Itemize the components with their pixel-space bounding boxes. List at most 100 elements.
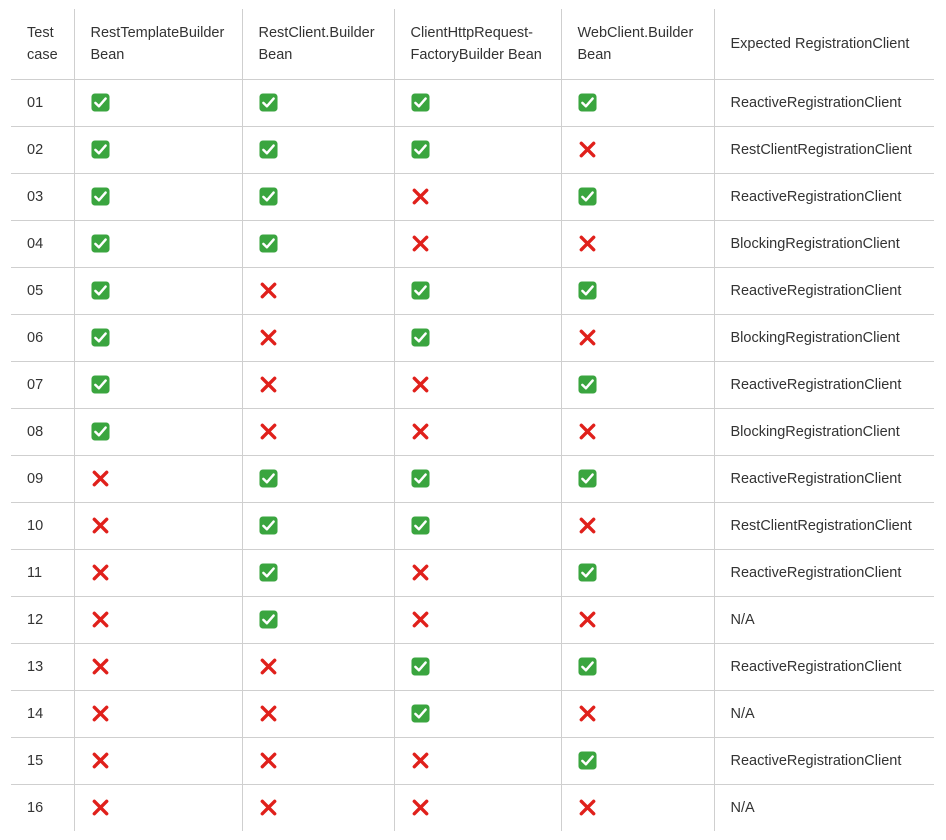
cross-mark-icon	[411, 234, 430, 253]
table-row: 04 BlockingRegistrationClient	[11, 219, 934, 268]
bean-presence-cell	[393, 454, 562, 503]
test-case-cell: 04	[11, 219, 75, 268]
table-row: 10 RestClientRegistrationClient	[11, 501, 934, 550]
check-mark-icon	[577, 563, 597, 582]
expected-client-cell: N/A	[713, 689, 934, 738]
check-mark-icon	[577, 93, 597, 112]
bean-presence-cell	[73, 266, 243, 315]
expected-client-label: BlockingRegistrationClient	[730, 329, 900, 346]
bean-presence-cell	[393, 501, 562, 550]
bean-presence-cell	[560, 172, 715, 221]
bean-presence-cell	[73, 454, 243, 503]
bean-presence-cell	[73, 689, 243, 738]
cross-mark-icon	[259, 798, 278, 817]
test-case-cell: 03	[11, 172, 75, 221]
cross-mark-icon	[259, 751, 278, 770]
bean-presence-cell	[73, 125, 243, 174]
check-mark-icon	[90, 422, 110, 441]
cross-mark-icon	[578, 798, 597, 817]
test-case-cell: 07	[11, 360, 75, 409]
bean-presence-cell	[560, 642, 715, 691]
bean-presence-cell	[241, 689, 395, 738]
check-mark-icon	[410, 140, 430, 159]
cross-mark-icon	[259, 657, 278, 676]
expected-client-cell: RestClientRegistrationClient	[713, 125, 934, 174]
check-mark-icon	[410, 704, 430, 723]
bean-presence-cell	[73, 548, 243, 597]
check-mark-icon	[410, 328, 430, 347]
check-mark-icon	[258, 610, 278, 629]
cross-mark-icon	[91, 751, 110, 770]
expected-client-cell: ReactiveRegistrationClient	[713, 266, 934, 315]
expected-client-cell: BlockingRegistrationClient	[713, 407, 934, 456]
expected-client-cell: N/A	[713, 595, 934, 644]
bean-presence-cell	[393, 266, 562, 315]
table-row: 05 ReactiveRegistrationClient	[11, 266, 934, 315]
bean-presence-cell	[393, 783, 562, 831]
test-case-cell: 08	[11, 407, 75, 456]
table-row: 02 RestClientRegistrationClient	[11, 125, 934, 174]
bean-presence-cell	[241, 548, 395, 597]
bean-presence-cell	[393, 360, 562, 409]
test-case-cell: 15	[11, 736, 75, 785]
cross-mark-icon	[578, 234, 597, 253]
test-case-cell: 13	[11, 642, 75, 691]
table-row: 09 ReactiveRegistrationClient	[11, 454, 934, 503]
bean-presence-cell	[560, 360, 715, 409]
bean-presence-cell	[73, 407, 243, 456]
bean-presence-cell	[73, 783, 243, 831]
bean-presence-cell	[241, 783, 395, 831]
test-case-cell: 14	[11, 689, 75, 738]
bean-presence-cell	[560, 595, 715, 644]
bean-presence-cell	[393, 689, 562, 738]
test-case-cell: 16	[11, 783, 75, 831]
bean-presence-cell	[560, 548, 715, 597]
bean-presence-cell	[560, 125, 715, 174]
cross-mark-icon	[259, 281, 278, 300]
bean-presence-cell	[241, 78, 395, 127]
cross-mark-icon	[578, 704, 597, 723]
cross-mark-icon	[91, 469, 110, 488]
header-test-case: Test case	[11, 9, 75, 80]
bean-presence-cell	[73, 172, 243, 221]
bean-presence-cell	[393, 736, 562, 785]
bean-presence-cell	[241, 360, 395, 409]
cross-mark-icon	[91, 516, 110, 535]
test-case-cell: 09	[11, 454, 75, 503]
expected-client-cell: ReactiveRegistrationClient	[713, 78, 934, 127]
cross-mark-icon	[411, 187, 430, 206]
expected-client-label: ReactiveRegistrationClient	[730, 470, 902, 487]
bean-presence-cell	[393, 172, 562, 221]
cross-mark-icon	[578, 328, 597, 347]
test-case-cell: 12	[11, 595, 75, 644]
table-row: 15 ReactiveRegistrationClient	[11, 736, 934, 785]
bean-presence-cell	[393, 125, 562, 174]
check-mark-icon	[258, 187, 278, 206]
test-case-cell: 02	[11, 125, 75, 174]
bean-presence-cell	[560, 266, 715, 315]
bean-presence-cell	[241, 736, 395, 785]
bean-presence-cell	[241, 125, 395, 174]
bean-presence-cell	[560, 783, 715, 831]
bean-presence-cell	[393, 78, 562, 127]
cross-mark-icon	[578, 140, 597, 159]
bean-presence-cell	[560, 407, 715, 456]
check-mark-icon	[258, 563, 278, 582]
cross-mark-icon	[91, 798, 110, 817]
cross-mark-icon	[91, 704, 110, 723]
cross-mark-icon	[411, 751, 430, 770]
expected-client-label: ReactiveRegistrationClient	[730, 282, 902, 299]
expected-client-label: ReactiveRegistrationClient	[730, 188, 902, 205]
check-mark-icon	[577, 657, 597, 676]
cross-mark-icon	[91, 657, 110, 676]
expected-client-label: N/A	[730, 799, 755, 816]
check-mark-icon	[410, 657, 430, 676]
cross-mark-icon	[411, 798, 430, 817]
table-row: 13 ReactiveRegistrationClient	[11, 642, 934, 691]
table-row: 01 ReactiveRegistrationClient	[11, 78, 934, 127]
bean-presence-cell	[560, 454, 715, 503]
cross-mark-icon	[411, 422, 430, 441]
expected-client-label: ReactiveRegistrationClient	[730, 658, 902, 675]
table-row: 14 N/A	[11, 689, 934, 738]
cross-mark-icon	[259, 704, 278, 723]
